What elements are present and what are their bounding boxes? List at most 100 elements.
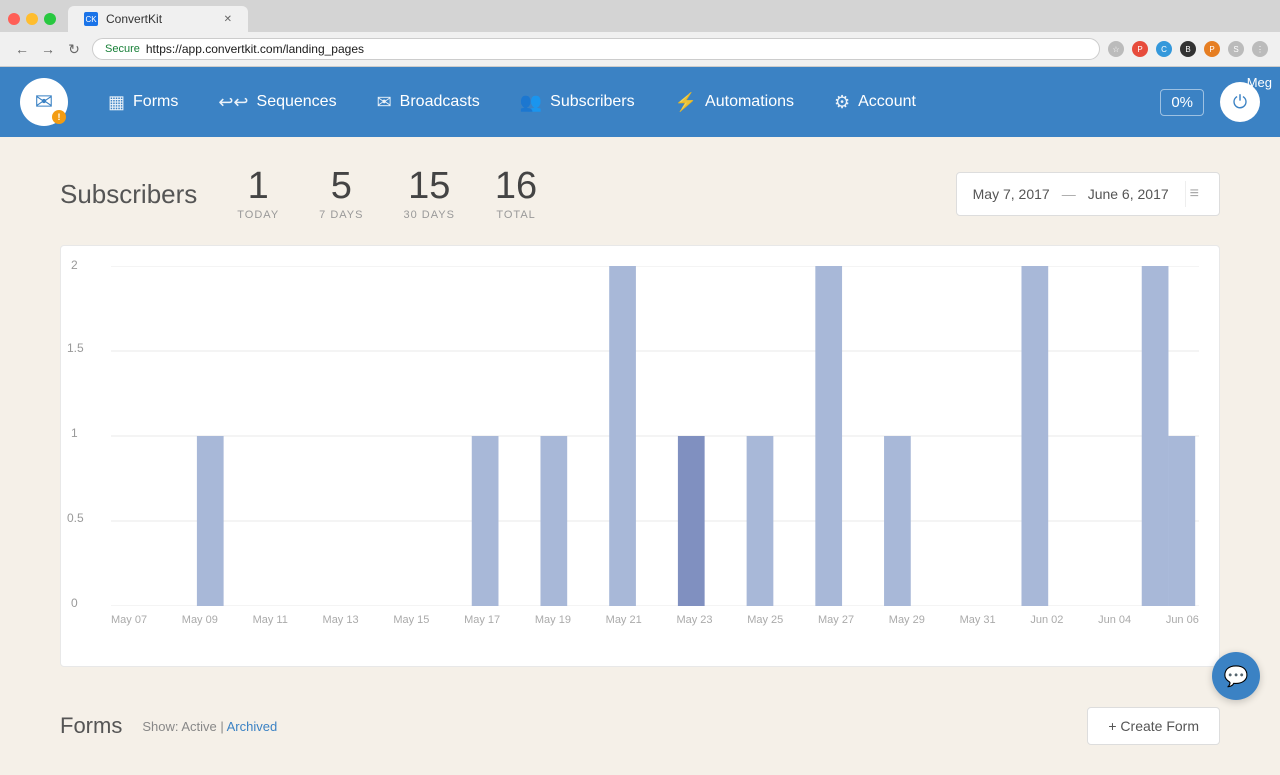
x-label-jun02: Jun 02 <box>1030 614 1063 626</box>
nav-broadcasts-label: Broadcasts <box>400 93 480 111</box>
stat-total-label: TOTAL <box>495 209 537 221</box>
x-label-may31: May 31 <box>960 614 996 626</box>
nav-item-forms[interactable]: ▦ Forms <box>88 67 198 137</box>
bar-may23 <box>747 436 774 606</box>
stat-today: 1 TODAY <box>237 167 279 221</box>
subscribers-header: Subscribers 1 TODAY 5 7 DAYS 15 30 DAYS … <box>60 167 1220 221</box>
forms-title: Forms <box>60 713 122 739</box>
x-label-may29: May 29 <box>889 614 925 626</box>
sequences-icon: ↩↩ <box>218 92 248 113</box>
minimize-button[interactable] <box>26 13 38 25</box>
bar-may21 <box>678 436 705 606</box>
url-bar[interactable]: Secure https://app.convertkit.com/landin… <box>92 38 1100 60</box>
bar-may09 <box>197 436 224 606</box>
y-label-1-5: 1.5 <box>67 341 84 355</box>
chart-area: 2 1.5 1 0.5 0 <box>111 266 1199 606</box>
x-label-may09: May 09 <box>182 614 218 626</box>
tab-favicon: CK <box>84 12 98 26</box>
address-icons: ☆ P C B P S ⋮ <box>1108 41 1268 57</box>
nav-subscribers-label: Subscribers <box>550 93 634 111</box>
extension-icon-6[interactable]: ⋮ <box>1252 41 1268 57</box>
x-label-may25: May 25 <box>747 614 783 626</box>
date-range-picker[interactable]: May 7, 2017 — June 6, 2017 ≡ <box>956 172 1220 216</box>
stat-30days: 15 30 DAYS <box>403 167 454 221</box>
nav-item-sequences[interactable]: ↩↩ Sequences <box>198 67 356 137</box>
forms-icon: ▦ <box>108 92 125 113</box>
stat-total-value: 16 <box>495 167 537 205</box>
chart-svg <box>111 266 1199 606</box>
y-label-1: 1 <box>71 426 78 440</box>
create-form-button[interactable]: + Create Form <box>1087 707 1220 745</box>
chat-icon: 💬 <box>1224 664 1249 689</box>
maximize-button[interactable] <box>44 13 56 25</box>
nav-item-account[interactable]: ⚙ Account <box>814 67 936 137</box>
forms-section: Forms Show: Active | Archived + Create F… <box>60 707 1220 745</box>
date-end: June 6, 2017 <box>1088 186 1169 202</box>
tab-label: ConvertKit <box>106 12 162 26</box>
bar-may15 <box>472 436 499 606</box>
nav-automations-label: Automations <box>705 93 794 111</box>
url-text: https://app.convertkit.com/landing_pages <box>146 42 364 56</box>
nav-item-automations[interactable]: ⚡ Automations <box>655 67 814 137</box>
bar-may31 <box>1021 266 1048 606</box>
back-button[interactable]: ← <box>12 39 32 59</box>
forward-button[interactable]: → <box>38 39 58 59</box>
nav-logo[interactable]: ✉ ! <box>20 78 68 126</box>
forms-filter-archived[interactable]: Archived <box>227 719 278 734</box>
bookmark-icon[interactable]: ☆ <box>1108 41 1124 57</box>
active-tab[interactable]: CK ConvertKit ✕ <box>68 6 248 32</box>
extension-icon-4[interactable]: P <box>1204 41 1220 57</box>
extension-icon-5[interactable]: S <box>1228 41 1244 57</box>
nav-item-subscribers[interactable]: 👥 Subscribers <box>500 67 655 137</box>
x-label-may15: May 15 <box>393 614 429 626</box>
x-label-may19: May 19 <box>535 614 571 626</box>
nav-buttons: ← → ↻ <box>12 39 84 59</box>
forms-filter-prefix: Show: Active | <box>142 719 226 734</box>
extension-icon-3[interactable]: B <box>1180 41 1196 57</box>
bar-may19 <box>609 266 636 606</box>
x-label-may07: May 07 <box>111 614 147 626</box>
nav-sequences-label: Sequences <box>257 93 337 111</box>
x-label-may11: May 11 <box>253 614 288 626</box>
x-label-may17: May 17 <box>464 614 500 626</box>
automations-icon: ⚡ <box>675 92 697 113</box>
subscribers-icon: 👥 <box>520 92 542 113</box>
x-label-jun06: Jun 06 <box>1166 614 1199 626</box>
x-label-may21: May 21 <box>606 614 642 626</box>
nav-items: ▦ Forms ↩↩ Sequences ✉ Broadcasts 👥 Subs… <box>88 67 936 137</box>
stat-today-value: 1 <box>237 167 279 205</box>
bar-may17 <box>540 436 567 606</box>
usage-percent: 0% <box>1160 89 1204 116</box>
bar-jun04 <box>1142 266 1169 606</box>
tab-bar: CK ConvertKit ✕ <box>0 0 1280 32</box>
date-start: May 7, 2017 <box>973 186 1050 202</box>
user-avatar: Meg <box>1247 75 1272 90</box>
tab-close-icon[interactable]: ✕ <box>224 14 232 25</box>
stat-30days-value: 15 <box>403 167 454 205</box>
stats-group: 1 TODAY 5 7 DAYS 15 30 DAYS 16 TOTAL <box>237 167 537 221</box>
date-filter-button[interactable]: ≡ <box>1185 181 1203 207</box>
x-label-jun04: Jun 04 <box>1098 614 1131 626</box>
stat-7days-label: 7 DAYS <box>319 209 363 221</box>
chat-button[interactable]: 💬 <box>1212 652 1260 700</box>
broadcasts-icon: ✉ <box>377 92 392 113</box>
stat-30days-label: 30 DAYS <box>403 209 454 221</box>
forms-filter: Show: Active | Archived <box>142 719 277 734</box>
traffic-lights <box>8 13 56 25</box>
bar-may25 <box>815 266 842 606</box>
nav-forms-label: Forms <box>133 93 178 111</box>
main-nav: Meg ✉ ! ▦ Forms ↩↩ Sequences ✉ Broadcast… <box>0 67 1280 137</box>
nav-right: 0% ⏻ <box>1160 82 1260 122</box>
x-label-may27: May 27 <box>818 614 854 626</box>
nav-item-broadcasts[interactable]: ✉ Broadcasts <box>357 67 500 137</box>
nav-account-label: Account <box>858 93 916 111</box>
close-button[interactable] <box>8 13 20 25</box>
page-content: Subscribers 1 TODAY 5 7 DAYS 15 30 DAYS … <box>0 137 1280 775</box>
extension-icon-2[interactable]: C <box>1156 41 1172 57</box>
power-icon: ⏻ <box>1233 92 1247 113</box>
stat-today-label: TODAY <box>237 209 279 221</box>
refresh-button[interactable]: ↻ <box>64 39 84 59</box>
secure-badge: Secure <box>105 43 140 55</box>
nav-warning-icon: ! <box>52 110 66 124</box>
extension-icon-1[interactable]: P <box>1132 41 1148 57</box>
